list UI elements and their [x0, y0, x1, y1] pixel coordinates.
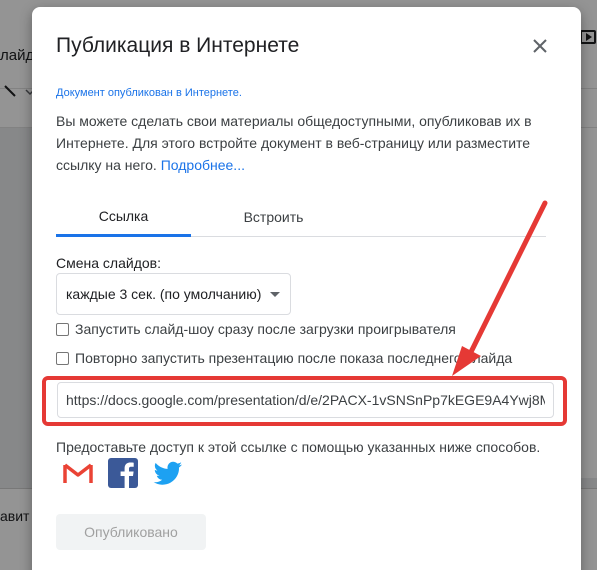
option-restart: Повторно запустить презентацию после пок…: [56, 350, 512, 366]
slide-interval-select[interactable]: каждые 3 сек. (по умолчанию): [56, 273, 291, 315]
twitter-icon[interactable]: [152, 457, 184, 489]
dropdown-arrow-icon: [270, 292, 280, 297]
gmail-icon[interactable]: [62, 457, 94, 489]
learn-more-link[interactable]: Подробнее...: [161, 157, 245, 173]
published-url-field[interactable]: [57, 382, 554, 418]
autostart-label: Запустить слайд-шоу сразу после загрузки…: [75, 321, 456, 337]
restart-label: Повторно запустить презентацию после пок…: [75, 350, 513, 366]
description-text: Вы можете сделать свои материалы общедос…: [56, 113, 532, 173]
publish-dialog: Публикация в Интернете Документ опублико…: [32, 7, 581, 570]
slide-change-label: Смена слайдов:: [56, 255, 161, 271]
option-autostart: Запустить слайд-шоу сразу после загрузки…: [56, 321, 456, 337]
publish-tabs: Ссылка Встроить: [56, 197, 546, 237]
restart-checkbox[interactable]: [56, 351, 69, 365]
autostart-checkbox[interactable]: [56, 322, 69, 336]
tab-link[interactable]: Ссылка: [56, 197, 191, 237]
slide-interval-value: каждые 3 сек. (по умолчанию): [66, 286, 262, 302]
share-instructions: Предоставьте доступ к этой ссылке с помо…: [56, 439, 541, 455]
facebook-icon[interactable]: [107, 457, 139, 489]
share-buttons: [62, 457, 197, 489]
dialog-description: Вы можете сделать свои материалы общедос…: [56, 110, 556, 176]
tab-embed[interactable]: Встроить: [206, 197, 341, 237]
published-button: Опубликовано: [56, 514, 206, 550]
published-status: Документ опубликован в Интернете.: [56, 87, 242, 99]
close-icon: [533, 39, 547, 53]
dialog-title: Публикация в Интернете: [56, 34, 300, 57]
close-button[interactable]: [527, 33, 553, 59]
